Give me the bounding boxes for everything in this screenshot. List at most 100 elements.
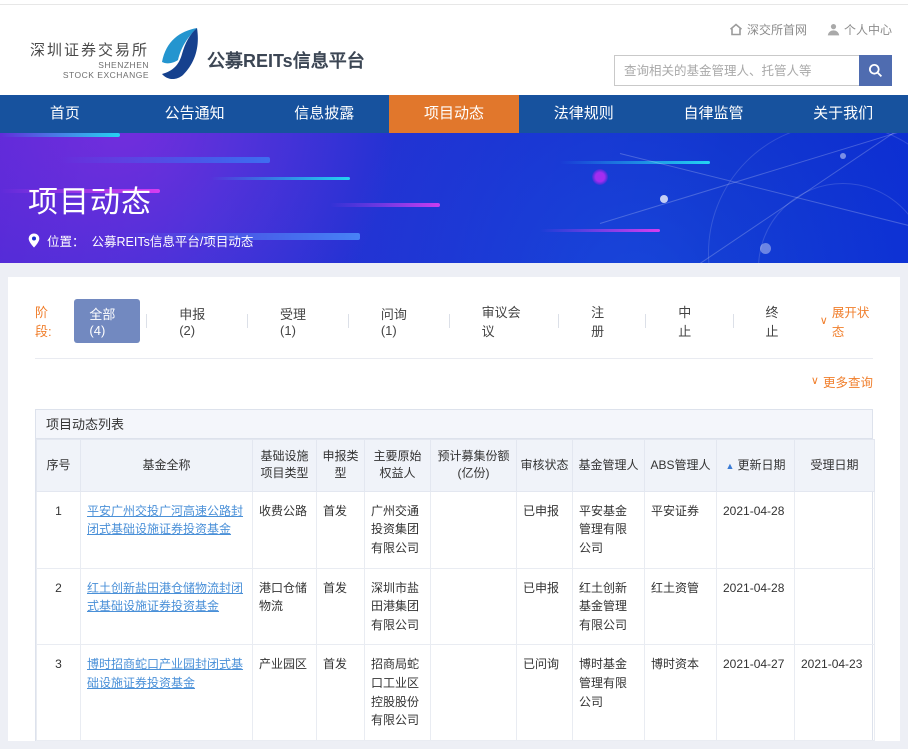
cell-fund-manager: 中航基金管理有限公司 (572, 739, 645, 741)
fund-link[interactable]: 平安广州交投广河高速公路封闭式基础设施证券投资基金 (87, 504, 243, 537)
cell-infra-type: 港口仓储物流 (252, 567, 317, 646)
nav-item-self-regulation[interactable]: 自律监管 (649, 95, 779, 133)
content-card: 阶段: 全部(4) 申报(2) 受理(1) 问询(1) 审议会议 注册 中止 终… (8, 277, 900, 741)
cell-originator: 广州交通投资集团有限公司 (364, 490, 431, 569)
stage-inquiry-button[interactable]: 问询(1) (375, 304, 423, 338)
fund-link[interactable]: 博时招商蛇口产业园封闭式基础设施证券投资基金 (87, 657, 243, 690)
table-row: 4 中航首钢生物质封闭式基础设施证券投资基金 垃圾处理及生物质发电 首发 首钢环… (36, 739, 875, 741)
cell-abs-manager: 中航证券 (644, 739, 717, 741)
banner-streak (60, 157, 270, 163)
banner-streak (560, 161, 710, 164)
cell-fund-name: 红土创新盐田港仓储物流封闭式基础设施证券投资基金 (80, 567, 253, 646)
banner: 项目动态 位置： 公募REITs信息平台/项目动态 (0, 133, 908, 263)
logo-cn: 深圳证券交易所 (30, 41, 150, 59)
cell-accept-date (794, 490, 875, 569)
nav-item-project-updates[interactable]: 项目动态 (389, 95, 519, 133)
col-header-infra-type: 基础设施项目类型 (252, 439, 317, 492)
cell-update-date: 2021-04-28 (716, 567, 795, 646)
banner-streak (330, 203, 440, 207)
home-icon (729, 23, 742, 36)
cell-fund-name: 中航首钢生物质封闭式基础设施证券投资基金 (80, 739, 253, 741)
chevron-down-icon: ∨ (819, 314, 828, 327)
col-header-fund-name: 基金全称 (80, 439, 253, 492)
logo: 深圳证券交易所 SHENZHEN STOCK EXCHANGE 公募REITs信… (30, 27, 365, 81)
cell-apply-type: 首发 (316, 644, 365, 741)
banner-dot (592, 169, 608, 185)
stage-terminated-button[interactable]: 终止 (759, 302, 793, 340)
cell-fund-manager: 红土创新基金管理有限公司 (572, 567, 645, 646)
cell-abs-manager: 红土资管 (644, 567, 717, 646)
platform-title: 公募REITs信息平台 (207, 51, 365, 71)
col-header-abs-manager: ABS管理人 (644, 439, 717, 492)
cell-abs-manager: 平安证券 (644, 490, 717, 569)
cell-accept-date: 2021-04-23 (794, 644, 875, 741)
search-input[interactable] (614, 55, 859, 86)
personal-center-link[interactable]: 个人中心 (827, 21, 892, 38)
chevron-down-icon: ∨ (810, 375, 819, 387)
col-header-review-status: 审核状态 (516, 439, 573, 492)
search-box (614, 55, 892, 86)
cell-apply-type: 首发 (316, 567, 365, 646)
sse-home-link[interactable]: 深交所首网 (729, 21, 807, 38)
more-query-row: ∨ 更多查询 (35, 372, 873, 391)
search-button[interactable] (859, 55, 892, 86)
nav-item-disclosure[interactable]: 信息披露 (259, 95, 389, 133)
stage-suspended-button[interactable]: 中止 (672, 302, 706, 340)
nav-item-about-us[interactable]: 关于我们 (778, 95, 908, 133)
stage-divider (558, 314, 560, 328)
stage-registration-button[interactable]: 注册 (585, 302, 619, 340)
stage-declared-button[interactable]: 申报(2) (173, 304, 221, 338)
nav-item-announcements[interactable]: 公告通知 (130, 95, 260, 133)
szse-logo-icon (162, 28, 198, 80)
cell-fund-manager: 博时基金管理有限公司 (572, 644, 645, 741)
cell-originator: 深圳市盐田港集团有限公司 (364, 567, 431, 646)
cell-originator: 招商局蛇口工业区控股股份有限公司 (364, 644, 431, 741)
stage-divider (146, 314, 148, 328)
cell-update-date: 2021-04-23 (716, 739, 795, 741)
nav-item-home[interactable]: 首页 (0, 95, 130, 133)
col-header-update-date[interactable]: ▲ 更新日期 (716, 439, 795, 492)
col-header-expected-shares: 预计募集份额(亿份) (430, 439, 517, 492)
cell-accept-date: 2021-04-23 (794, 739, 875, 741)
cell-no: 2 (36, 567, 81, 646)
nav-item-legal-rules[interactable]: 法律规则 (519, 95, 649, 133)
cell-no: 1 (36, 490, 81, 569)
cell-expected-shares (430, 739, 517, 741)
expand-status-link[interactable]: ∨ 展开状态 (820, 302, 873, 340)
col-header-accept-date: 受理日期 (794, 439, 875, 492)
cell-apply-type: 首发 (316, 490, 365, 569)
cell-fund-manager: 平安基金管理有限公司 (572, 490, 645, 569)
cell-expected-shares (430, 490, 517, 569)
col-header-fund-manager: 基金管理人 (572, 439, 645, 492)
sort-ascending-icon: ▲ (725, 460, 735, 471)
cell-expected-shares (430, 567, 517, 646)
cell-originator: 首钢环境产业有限公司 (364, 739, 431, 741)
user-icon (827, 24, 840, 36)
cell-update-date: 2021-04-28 (716, 490, 795, 569)
stage-filter-row: 阶段: 全部(4) 申报(2) 受理(1) 问询(1) 审议会议 注册 中止 终… (35, 299, 873, 343)
stage-divider (448, 314, 450, 328)
stage-all-button[interactable]: 全部(4) (74, 299, 141, 343)
fund-link[interactable]: 红土创新盐田港仓储物流封闭式基础设施证券投资基金 (87, 581, 243, 614)
cell-no: 3 (36, 644, 81, 741)
table-title: 项目动态列表 (36, 410, 872, 439)
breadcrumb-label: 位置： (47, 235, 85, 249)
banner-streak (210, 177, 350, 180)
cell-review-status: 已申报 (516, 490, 573, 569)
logo-en-line1: SHENZHEN (98, 59, 150, 70)
site-header: 深圳证券交易所 SHENZHEN STOCK EXCHANGE 公募REITs信… (0, 5, 908, 95)
table-row: 2 红土创新盐田港仓储物流封闭式基础设施证券投资基金 港口仓储物流 首发 深圳市… (36, 567, 875, 646)
sse-home-label: 深交所首网 (746, 23, 807, 37)
cell-review-status: 已受理 (516, 739, 573, 741)
stage-divider (247, 314, 249, 328)
stage-accepted-button[interactable]: 受理(1) (274, 304, 322, 338)
stage-divider (732, 314, 734, 328)
breadcrumb-path[interactable]: 公募REITs信息平台/项目动态 (92, 231, 254, 250)
stage-review-meeting-button[interactable]: 审议会议 (476, 302, 533, 340)
cell-review-status: 已问询 (516, 644, 573, 741)
cell-abs-manager: 博时资本 (644, 644, 717, 741)
more-query-label: 更多查询 (822, 376, 873, 390)
more-query-link[interactable]: ∨ 更多查询 (811, 372, 873, 391)
cell-expected-shares (430, 644, 517, 741)
cell-fund-name: 平安广州交投广河高速公路封闭式基础设施证券投资基金 (80, 490, 253, 569)
